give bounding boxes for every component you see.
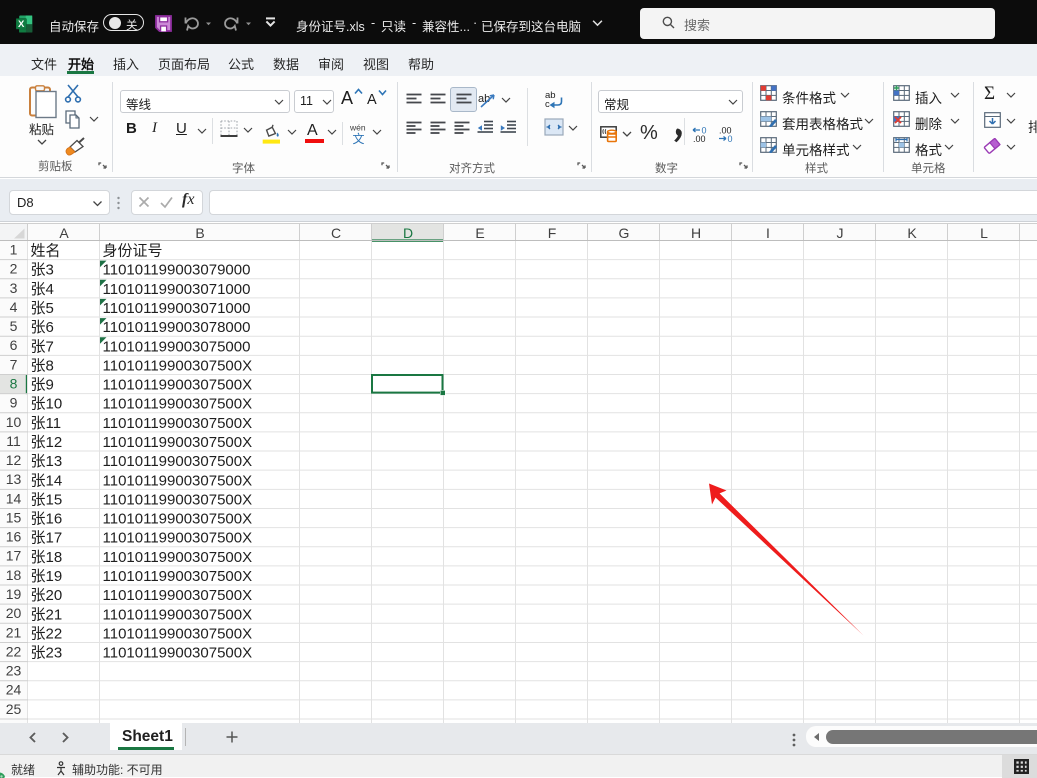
svg-text:张10: 张10 bbox=[31, 396, 63, 413]
svg-text:文: 文 bbox=[353, 131, 365, 145]
svg-text:11010119900307500X: 11010119900307500X bbox=[103, 396, 253, 413]
svg-text:10: 10 bbox=[6, 414, 22, 430]
svg-text:张18: 张18 bbox=[31, 549, 63, 566]
svg-text:2: 2 bbox=[10, 261, 18, 277]
svg-text:11: 11 bbox=[6, 433, 21, 449]
svg-text:110101199003075000: 110101199003075000 bbox=[103, 338, 251, 355]
svg-text:11010119900307500X: 11010119900307500X bbox=[103, 434, 253, 451]
svg-text:张6: 张6 bbox=[31, 319, 54, 336]
svg-text:张15: 张15 bbox=[31, 491, 63, 508]
svg-text:110101199003071000: 110101199003071000 bbox=[103, 300, 251, 317]
svg-text:G: G bbox=[619, 225, 630, 241]
svg-text:张21: 张21 bbox=[31, 606, 63, 623]
svg-text:B: B bbox=[195, 225, 204, 241]
svg-text:张22: 张22 bbox=[31, 625, 63, 642]
svg-text:25: 25 bbox=[6, 701, 22, 717]
svg-text:张23: 张23 bbox=[31, 645, 63, 662]
svg-text:16: 16 bbox=[6, 529, 22, 545]
svg-text:L: L bbox=[980, 225, 988, 241]
svg-text:11010119900307500X: 11010119900307500X bbox=[103, 357, 253, 374]
svg-text:11010119900307500X: 11010119900307500X bbox=[103, 415, 253, 432]
svg-text:张20: 张20 bbox=[31, 587, 63, 604]
svg-text:18: 18 bbox=[6, 567, 22, 583]
svg-text:11010119900307500X: 11010119900307500X bbox=[103, 511, 253, 528]
svg-text:张5: 张5 bbox=[31, 300, 54, 317]
svg-text:19: 19 bbox=[6, 586, 22, 602]
svg-text:身份证号: 身份证号 bbox=[103, 243, 163, 260]
svg-text:110101199003079000: 110101199003079000 bbox=[103, 262, 251, 279]
svg-text:张3: 张3 bbox=[31, 262, 54, 279]
svg-text:9: 9 bbox=[10, 395, 18, 411]
svg-text:11010119900307500X: 11010119900307500X bbox=[103, 645, 253, 662]
svg-text:110101199003078000: 110101199003078000 bbox=[103, 319, 251, 336]
svg-text:F: F bbox=[548, 225, 557, 241]
svg-text:11010119900307500X: 11010119900307500X bbox=[103, 587, 253, 604]
svg-text:.00: .00 bbox=[693, 134, 706, 143]
svg-text:张9: 张9 bbox=[31, 377, 54, 394]
svg-text:张14: 张14 bbox=[31, 472, 63, 489]
svg-text:A: A bbox=[59, 225, 69, 241]
svg-text:X: X bbox=[18, 19, 25, 30]
svg-text:J: J bbox=[837, 225, 844, 241]
svg-text:14: 14 bbox=[6, 490, 22, 506]
svg-text:张19: 张19 bbox=[31, 568, 63, 585]
svg-text:11010119900307500X: 11010119900307500X bbox=[103, 549, 253, 566]
svg-text:11010119900307500X: 11010119900307500X bbox=[103, 568, 253, 585]
svg-text:1: 1 bbox=[10, 242, 18, 258]
svg-text:张16: 张16 bbox=[31, 511, 63, 528]
svg-text:张13: 张13 bbox=[31, 453, 63, 470]
svg-text:D: D bbox=[403, 225, 413, 241]
svg-text:15: 15 bbox=[6, 510, 22, 526]
svg-text:11010119900307500X: 11010119900307500X bbox=[103, 472, 253, 489]
svg-text:张17: 张17 bbox=[31, 530, 63, 547]
svg-text:0: 0 bbox=[728, 134, 733, 143]
svg-text:张4: 张4 bbox=[31, 281, 54, 298]
svg-text:22: 22 bbox=[6, 643, 22, 659]
svg-text:6: 6 bbox=[10, 337, 18, 353]
svg-text:K: K bbox=[907, 225, 917, 241]
svg-text:11010119900307500X: 11010119900307500X bbox=[103, 453, 253, 470]
svg-text:11010119900307500X: 11010119900307500X bbox=[103, 530, 253, 547]
svg-text:12: 12 bbox=[6, 452, 22, 468]
svg-text:3: 3 bbox=[10, 280, 18, 296]
svg-text:H: H bbox=[691, 225, 701, 241]
svg-text:11010119900307500X: 11010119900307500X bbox=[103, 606, 253, 623]
svg-text:姓名: 姓名 bbox=[31, 243, 61, 260]
svg-text:8: 8 bbox=[10, 376, 18, 392]
svg-text:17: 17 bbox=[6, 548, 22, 564]
svg-text:11010119900307500X: 11010119900307500X bbox=[103, 625, 253, 642]
svg-text:张7: 张7 bbox=[31, 338, 54, 355]
svg-text:C: C bbox=[331, 225, 341, 241]
svg-text:23: 23 bbox=[6, 663, 22, 679]
svg-text:张8: 张8 bbox=[31, 357, 54, 374]
svg-text:5: 5 bbox=[10, 318, 18, 334]
svg-text:E: E bbox=[475, 225, 484, 241]
svg-text:c: c bbox=[545, 99, 550, 109]
svg-text:张12: 张12 bbox=[31, 434, 63, 451]
svg-text:13: 13 bbox=[6, 471, 22, 487]
svg-text:20: 20 bbox=[6, 605, 22, 621]
svg-text:11010119900307500X: 11010119900307500X bbox=[103, 491, 253, 508]
svg-text:I: I bbox=[766, 225, 770, 241]
svg-text:24: 24 bbox=[6, 682, 22, 698]
svg-text:110101199003071000: 110101199003071000 bbox=[103, 281, 251, 298]
svg-text:11010119900307500X: 11010119900307500X bbox=[103, 377, 253, 394]
svg-text:7: 7 bbox=[10, 356, 18, 372]
svg-text:张11: 张11 bbox=[31, 415, 62, 432]
svg-text:21: 21 bbox=[6, 624, 22, 640]
svg-text:4: 4 bbox=[10, 299, 18, 315]
